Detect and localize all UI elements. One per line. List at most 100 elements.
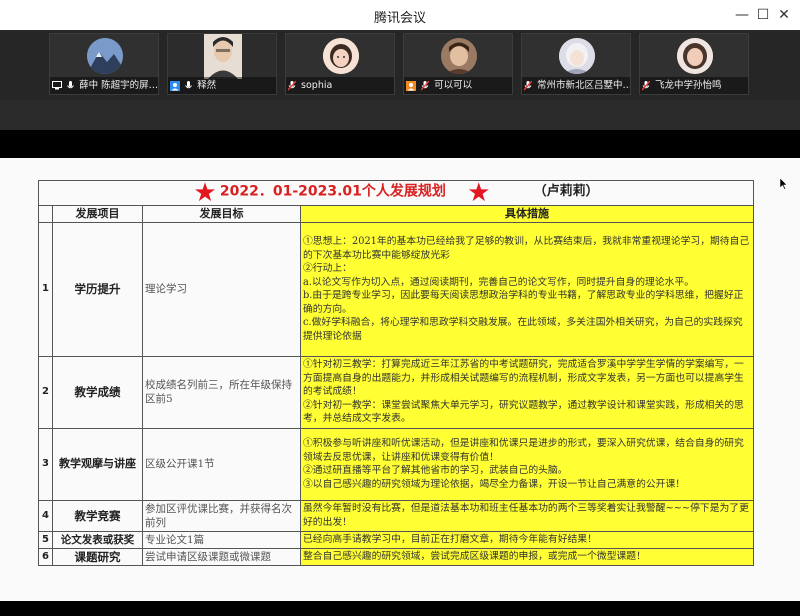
- minimize-button[interactable]: —: [731, 5, 753, 25]
- anime-avatar-icon: [559, 38, 595, 74]
- maximize-button[interactable]: ☐: [752, 5, 774, 25]
- header-item: 发展项目: [52, 204, 143, 223]
- participant-name: sophia: [301, 80, 333, 91]
- header-goal: 发展目标: [142, 204, 301, 223]
- cartoon-girl-avatar-icon: [323, 38, 359, 74]
- row-item: 课题研究: [52, 547, 143, 566]
- participant-name: 薛中 陈超宇的屏…: [79, 80, 158, 91]
- row-measures: 已经向高手请教学习中，目前正在打磨文章，期待今年能有好结果！: [300, 530, 754, 549]
- row-goal: 参加区评优课比赛，并获得名次前列: [142, 499, 301, 532]
- row-measures: ①针对初三教学：打算完成近三年江苏省的中考试题研究，完成适合罗溪中学学生学情的学…: [300, 355, 754, 429]
- shared-screen: ★ 2022．01-2023.01个人发展规划 ★ （卢莉莉） 发展项目 发展目…: [0, 158, 800, 601]
- participant-namebar: 薛中 陈超宇的屏…: [50, 77, 158, 94]
- measure-line: ①积极参与听讲座和听优课活动，但是讲座和优课只是进步的形式，要深入研究优课，结合…: [303, 438, 744, 463]
- row-item: 教学成绩: [52, 355, 143, 429]
- sheet-author: （卢莉莉）: [533, 184, 599, 199]
- close-button[interactable]: ✕: [773, 5, 795, 25]
- window-titlebar: 腾讯会议 — ☐ ✕: [0, 0, 800, 31]
- participant-name: 可以可以: [434, 80, 473, 91]
- participant-name: 释然: [197, 80, 217, 91]
- table-row: 2 教学成绩 校成绩名列前三，所在年级保持区前5 ①针对初三教学：打算完成近三年…: [38, 355, 754, 429]
- table-row: 5 论文发表或获奖 专业论文1篇 已经向高手请教学习中，目前正在打磨文章，期待今…: [38, 530, 754, 549]
- table-row: 1 学历提升 理论学习 ①思想上：2021年的基本功已经给我了足够的教训，从比赛…: [38, 221, 754, 357]
- mouse-cursor-icon: [780, 178, 788, 190]
- header-num: [38, 204, 53, 223]
- participant-tile[interactable]: 常州市新北区吕墅中…: [521, 33, 631, 95]
- mic-muted-icon: [642, 80, 650, 90]
- row-number: 6: [38, 547, 53, 566]
- mic-muted-icon: [524, 80, 532, 90]
- star-icon: ★: [193, 177, 217, 208]
- row-measures: ①思想上：2021年的基本功已经给我了足够的教训，从比赛结束后，我就非常重视理论…: [300, 221, 754, 357]
- mic-muted-icon: [421, 80, 430, 90]
- participant-tile[interactable]: sophia: [285, 33, 395, 95]
- row-goal: 校成绩名列前三，所在年级保持区前5: [142, 355, 301, 429]
- table-row: 3 教学观摩与讲座 区级公开课1节 ①积极参与听讲座和听优课活动，但是讲座和优课…: [38, 427, 754, 501]
- avatar: [204, 34, 242, 79]
- sheet-title: 2022．01-2023.01个人发展规划: [219, 183, 446, 199]
- avatar: [559, 38, 595, 74]
- header-measures: 具体措施: [300, 204, 754, 223]
- measure-line: c.做好学科融合，将心理学和思政学科交融发展。在此领域，多关注国外相关研究，为自…: [303, 317, 743, 342]
- participant-tile[interactable]: 飞龙中学孙怡鸣: [639, 33, 749, 95]
- bottom-bar: [0, 601, 800, 616]
- toolbar-gap: [0, 100, 800, 130]
- row-goal: 理论学习: [142, 221, 301, 357]
- row-number: 3: [38, 427, 53, 501]
- participant-namebar: sophia: [286, 77, 394, 94]
- row-goal: 尝试申请区级课题或微课题: [142, 547, 301, 566]
- table-row: 4 教学竞赛 参加区评优课比赛，并获得名次前列 虽然今年暂时没有比赛，但是道法基…: [38, 499, 754, 532]
- row-goal: 区级公开课1节: [142, 427, 301, 501]
- photo-avatar-icon: [677, 38, 713, 74]
- participant-namebar: 释然: [168, 77, 276, 94]
- row-item: 学历提升: [52, 221, 143, 357]
- screen-share-top-bar: [0, 130, 800, 158]
- row-item: 教学观摩与讲座: [52, 427, 143, 501]
- row-number: 5: [38, 530, 53, 549]
- measure-line: b.由于是跨专业学习，因此要每天阅读思想政治学科的专业书籍，了解思政专业的学科思…: [303, 290, 744, 315]
- mic-icon: [67, 80, 74, 88]
- mic-icon: [185, 80, 192, 88]
- star-icon: ★: [467, 177, 491, 208]
- screen-share-icon: [52, 81, 62, 90]
- measure-line: ①针对初三教学：打算完成近三年江苏省的中考试题研究，完成适合罗溪中学学生学情的学…: [303, 359, 744, 398]
- development-plan-table: ★ 2022．01-2023.01个人发展规划 ★ （卢莉莉） 发展项目 发展目…: [38, 170, 754, 566]
- row-item: 论文发表或获奖: [52, 530, 143, 549]
- host-icon: [170, 80, 180, 91]
- measure-line: ②行动上：: [303, 263, 352, 274]
- measure-line: ②通过研直播等平台了解其他省市的学习，武装自己的头脑。: [303, 465, 568, 476]
- row-measures: 虽然今年暂时没有比赛，但是道法基本功和班主任基本功的两个三等奖着实让我警醒~~~…: [300, 499, 754, 532]
- participant-name: 飞龙中学孙怡鸣: [655, 80, 722, 91]
- host-icon: [406, 80, 416, 91]
- avatar: [677, 38, 713, 74]
- row-number: 4: [38, 499, 53, 532]
- participant-namebar: 飞龙中学孙怡鸣: [640, 77, 748, 94]
- measure-line: ③以自己感兴趣的研究领域为理论依据，竭尽全力备课，开设一节让自己满意的公开课！: [303, 478, 686, 490]
- mic-muted-icon: [288, 80, 296, 90]
- table-row: 6 课题研究 尝试申请区级课题或微课题 整合自己感兴趣的研究领域，尝试完成区级课…: [38, 547, 754, 566]
- mountain-avatar-icon: [87, 38, 123, 74]
- row-number: 1: [38, 221, 53, 357]
- row-measures: 整合自己感兴趣的研究领域，尝试完成区级课题的申报，或完成一个微型课题！: [300, 547, 754, 566]
- measure-line: a.以论文写作为切入点，通过阅读期刊，完善自己的论文写作，同时提升自身的理论水平…: [303, 276, 695, 288]
- participant-namebar: 可以可以: [404, 77, 512, 94]
- measure-line: ②针对初一教学：课堂尝试聚焦大单元学习，研究议题教学，通过教学设计和课堂实践，形…: [303, 399, 744, 425]
- row-goal: 专业论文1篇: [142, 530, 301, 549]
- participant-tile[interactable]: 释然: [167, 33, 277, 95]
- participant-namebar: 常州市新北区吕墅中…: [522, 77, 630, 94]
- avatar: [441, 38, 477, 74]
- photo-avatar-icon: [441, 38, 477, 74]
- row-measures: ①积极参与听讲座和听优课活动，但是讲座和优课只是进步的形式，要深入研究优课，结合…: [300, 427, 754, 501]
- avatar: [87, 38, 123, 74]
- participant-tile[interactable]: 可以可以: [403, 33, 513, 95]
- row-item: 教学竞赛: [52, 499, 143, 532]
- person-avatar-icon: [204, 34, 242, 79]
- participant-tile[interactable]: 薛中 陈超宇的屏…: [49, 33, 159, 95]
- avatar: [323, 38, 359, 74]
- row-number: 2: [38, 355, 53, 429]
- empty-row: [38, 170, 754, 181]
- participant-name: 常州市新北区吕墅中…: [537, 80, 630, 91]
- window-title: 腾讯会议: [373, 11, 426, 26]
- measure-line: ①思想上：2021年的基本功已经给我了足够的教训，从比赛结束后，我就非常重视理论…: [303, 236, 750, 261]
- sheet-title-row: ★ 2022．01-2023.01个人发展规划 ★ （卢莉莉）: [38, 177, 754, 208]
